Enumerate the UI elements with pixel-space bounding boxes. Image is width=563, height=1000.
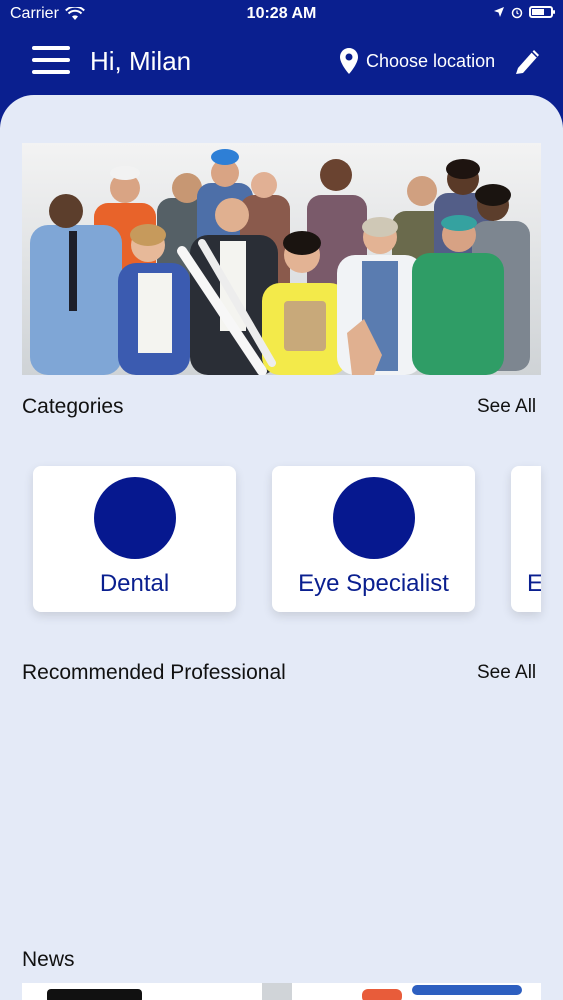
news-thumbnail-image [47, 983, 522, 1000]
category-label: Eye Specialist [298, 570, 449, 597]
category-card-dental[interactable]: Dental [33, 466, 236, 612]
categories-title: Categories [22, 395, 124, 418]
status-time: 10:28 AM [246, 5, 317, 22]
main-content: Categories See All Dental Eye Specialist… [0, 95, 563, 1000]
menu-button[interactable] [32, 46, 70, 76]
status-right [493, 5, 555, 19]
edit-button[interactable] [514, 46, 542, 76]
categories-see-all-link[interactable]: See All [477, 396, 536, 418]
category-icon-circle [94, 477, 176, 559]
alarm-icon [511, 7, 523, 19]
category-label: E [527, 570, 541, 597]
recommended-see-all-link[interactable]: See All [477, 662, 536, 684]
pencil-icon [516, 50, 539, 74]
category-card-partial[interactable]: E [511, 466, 541, 612]
category-icon-circle [333, 477, 415, 559]
battery-icon [529, 6, 555, 18]
category-card-eye-specialist[interactable]: Eye Specialist [272, 466, 475, 612]
recommended-title: Recommended Professional [22, 661, 286, 684]
location-arrow-icon [494, 7, 504, 17]
category-label: Dental [99, 570, 170, 597]
news-carousel[interactable] [22, 983, 541, 1000]
app-header: Hi, Milan Choose location [0, 30, 563, 95]
hero-banner-image [22, 143, 541, 375]
location-label: Choose location [366, 50, 496, 71]
news-title: News [22, 948, 75, 971]
status-bar: Carrier 10:28 AM [0, 0, 563, 30]
choose-location-button[interactable]: Choose location [340, 48, 495, 74]
map-pin-icon [340, 48, 358, 74]
greeting-title: Hi, Milan [90, 46, 192, 76]
professionals-group-image [22, 143, 541, 375]
